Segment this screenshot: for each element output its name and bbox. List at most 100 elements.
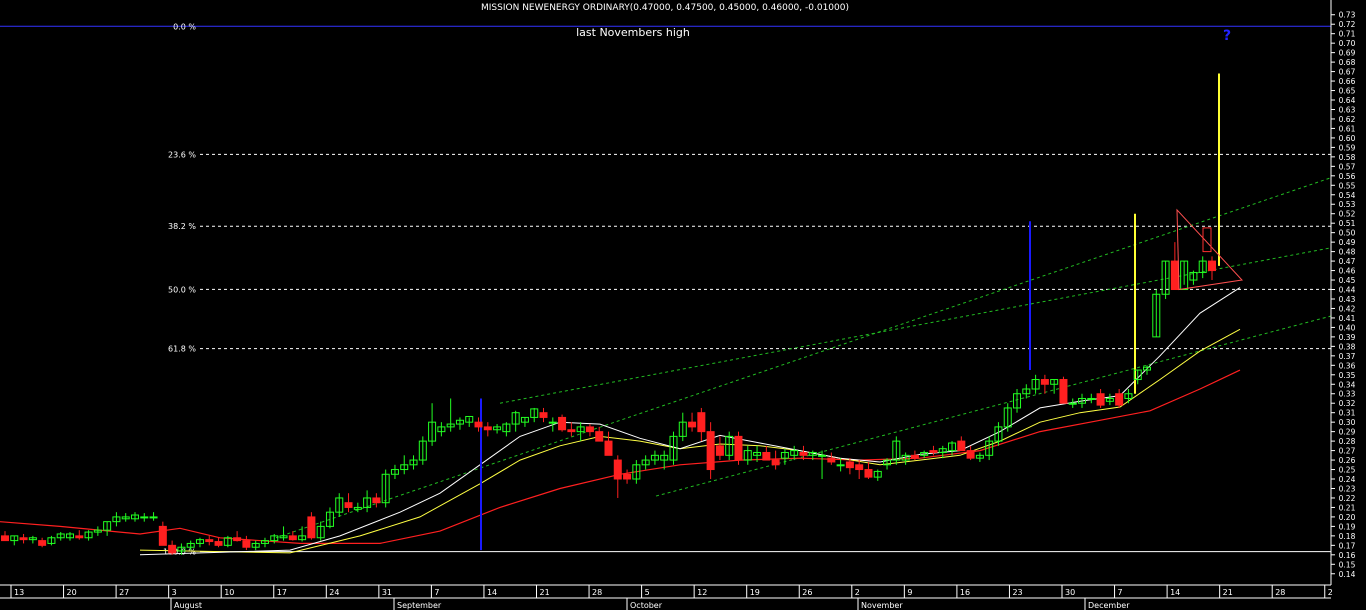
y-tick-label: 0.63 <box>1339 105 1356 114</box>
fib-label: 61.8 % <box>168 345 196 354</box>
candle-body <box>242 540 251 548</box>
y-tick-label: 0.68 <box>1339 58 1356 67</box>
y-tick-label: 0.39 <box>1339 333 1356 342</box>
x-tick-label: 28 <box>1275 588 1285 597</box>
x-tick-label: 31 <box>382 588 392 597</box>
candle-body <box>75 535 84 539</box>
y-tick-label: 0.45 <box>1339 276 1356 285</box>
x-tick-label: 7 <box>1118 588 1123 597</box>
candle-body <box>558 416 567 431</box>
candle <box>1059 376 1068 404</box>
candle-body <box>910 454 919 459</box>
price-chart: 0.0 % 23.6 % 38.2 % 50.0 % 61.8 % 100.0 % 0.1… <box>0 0 1366 610</box>
x-tick-label: 14 <box>1170 588 1180 597</box>
month-label: August <box>174 601 202 610</box>
fib-label: 0.0 % <box>173 22 196 31</box>
fib-label: 100.0 % <box>163 548 196 557</box>
candle-body <box>1096 393 1105 406</box>
x-tick-label: 5 <box>645 588 650 597</box>
y-tick-label: 0.24 <box>1339 475 1356 484</box>
y-tick-label: 0.23 <box>1339 484 1356 493</box>
candle-body <box>762 451 771 461</box>
candle-body <box>233 537 242 542</box>
y-tick-label: 0.42 <box>1339 304 1356 313</box>
candle-body <box>205 539 214 543</box>
y-tick-label: 0.58 <box>1339 153 1356 162</box>
candle-body <box>613 459 622 480</box>
x-tick-label: 23 <box>1012 588 1022 597</box>
candle-body <box>595 431 604 442</box>
y-tick-label: 0.27 <box>1339 447 1356 456</box>
y-tick-label: 0.46 <box>1339 267 1356 276</box>
y-tick-label: 0.55 <box>1339 181 1356 190</box>
candle-body <box>38 540 47 546</box>
fib-label: 23.6 % <box>168 150 196 159</box>
y-tick-label: 0.18 <box>1339 532 1356 541</box>
y-tick-label: 0.37 <box>1339 352 1356 361</box>
y-tick-label: 0.64 <box>1339 96 1356 105</box>
y-tick-label: 0.29 <box>1339 428 1356 437</box>
x-tick-label: 2 <box>1328 588 1333 597</box>
y-tick-label: 0.14 <box>1339 570 1356 579</box>
y-tick-label: 0.60 <box>1339 134 1356 143</box>
candle-body <box>1170 260 1179 291</box>
candle-body <box>19 537 28 541</box>
candle-body <box>168 544 177 554</box>
candle-body <box>1068 402 1077 405</box>
y-tick-label: 0.71 <box>1339 30 1356 39</box>
y-tick-label: 0.66 <box>1339 77 1356 86</box>
y-tick-label: 0.21 <box>1339 503 1356 512</box>
y-tick-label: 0.65 <box>1339 87 1356 96</box>
candle-body <box>1115 393 1124 406</box>
y-tick-label: 0.20 <box>1339 513 1356 522</box>
candle-body <box>864 469 873 478</box>
candle-body <box>855 464 864 471</box>
y-tick-label: 0.52 <box>1339 210 1356 219</box>
candle-body <box>1087 397 1096 400</box>
candle-body <box>1040 379 1049 385</box>
y-tick-label: 0.56 <box>1339 172 1356 181</box>
y-tick-label: 0.15 <box>1339 560 1356 569</box>
y-tick-label: 0.54 <box>1339 191 1356 200</box>
annotation-text: last Novembers high <box>576 26 690 39</box>
candle-body <box>845 461 854 469</box>
y-tick-label: 0.25 <box>1339 466 1356 475</box>
candle-body <box>827 457 836 463</box>
candle-body <box>585 426 594 433</box>
y-tick-label: 0.22 <box>1339 494 1356 503</box>
y-axis: 0.140.150.160.170.180.190.200.210.220.23… <box>1330 0 1366 610</box>
y-tick-label: 0.67 <box>1339 68 1356 77</box>
y-tick-label: 0.49 <box>1339 238 1356 247</box>
candle-body <box>474 421 483 428</box>
y-tick-label: 0.72 <box>1339 20 1356 29</box>
y-tick-label: 0.40 <box>1339 323 1356 332</box>
candle-body <box>799 451 808 456</box>
candle-body <box>344 502 353 508</box>
y-tick-label: 0.48 <box>1339 248 1356 257</box>
y-tick-label: 0.16 <box>1339 551 1356 560</box>
candle-body <box>1 535 9 542</box>
y-tick-label: 0.38 <box>1339 342 1356 351</box>
candle-body <box>688 421 697 428</box>
candle-body <box>734 435 743 461</box>
candle-body <box>706 431 715 471</box>
candle-body <box>697 412 706 433</box>
candle-body <box>214 541 223 546</box>
candle-body <box>929 450 938 453</box>
candle-body <box>818 454 827 457</box>
y-tick-label: 0.57 <box>1339 162 1356 171</box>
y-tick-label: 0.30 <box>1339 418 1356 427</box>
candle-body <box>771 459 780 466</box>
y-tick-label: 0.59 <box>1339 143 1356 152</box>
x-tick-label: 28 <box>592 588 602 597</box>
chart-title: MISSION NEWENERGY ORDINARY(0.47000, 0.47… <box>481 3 849 13</box>
y-tick-label: 0.26 <box>1339 456 1356 465</box>
question-mark: ? <box>1223 28 1231 44</box>
candle-body <box>288 535 297 541</box>
y-tick-label: 0.69 <box>1339 49 1356 58</box>
month-label: November <box>861 601 903 610</box>
y-tick-label: 0.53 <box>1339 200 1356 209</box>
y-tick-label: 0.36 <box>1339 361 1356 370</box>
x-tick-label: 20 <box>67 588 77 597</box>
x-tick-label: 21 <box>1223 588 1233 597</box>
